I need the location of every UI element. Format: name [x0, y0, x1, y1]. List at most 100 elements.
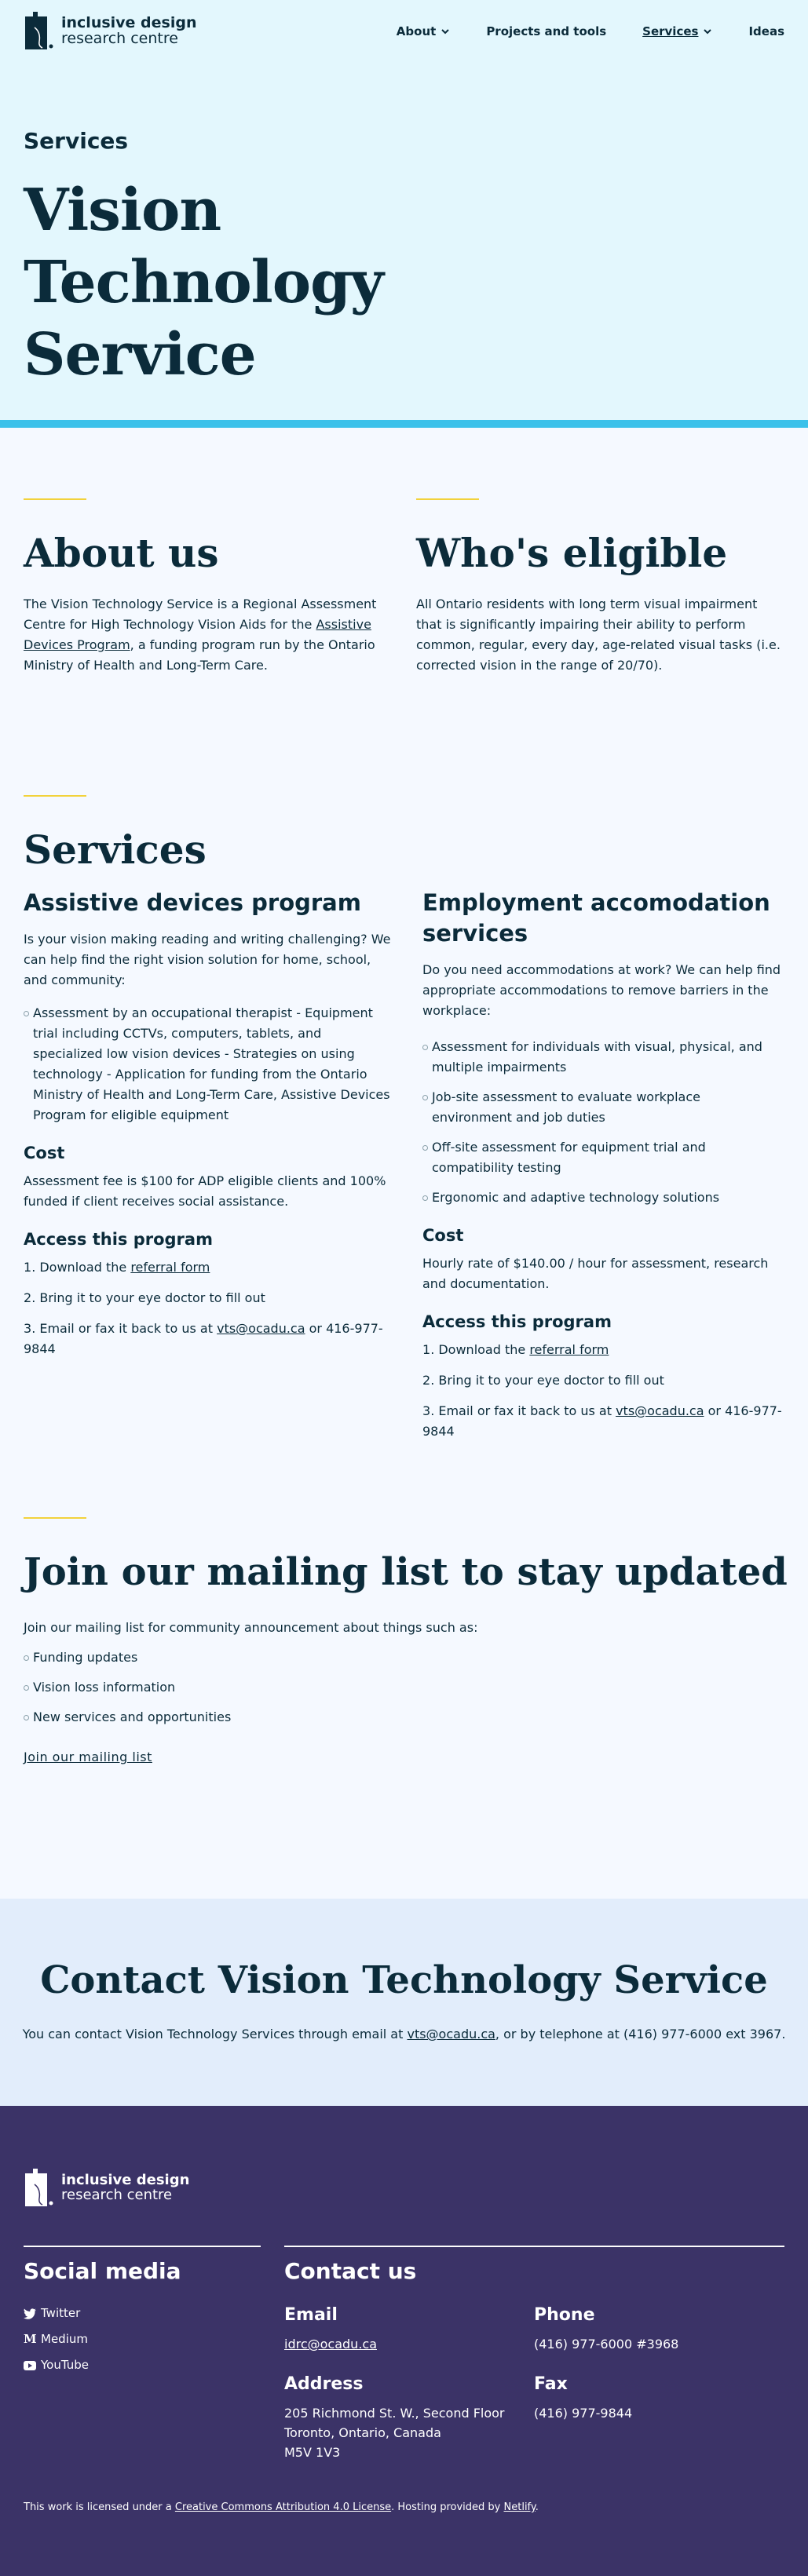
section-rule: [24, 1517, 86, 1519]
adp-title: Assistive devices program: [24, 889, 361, 916]
medium-link[interactable]: M Medium: [24, 2326, 89, 2352]
email-link[interactable]: vts@ocadu.ca: [616, 1403, 704, 1418]
footer-divider: [284, 2246, 784, 2247]
top-bar: inclusive design research centre About P…: [0, 0, 808, 63]
title-line: Technology: [24, 249, 384, 316]
services-section: Services Assistive devices program Is yo…: [0, 717, 808, 1517]
chevron-down-icon: [441, 29, 450, 35]
employment-cost-title: Cost: [422, 1226, 464, 1245]
logo-line2: research centre: [61, 30, 178, 47]
nav-item-projects[interactable]: Projects and tools: [486, 24, 606, 38]
footer-phone: Phone (416) 977-6000 #3968: [534, 2305, 678, 2354]
employment-list: Assessment for individuals with visual, …: [422, 1037, 784, 1208]
step-text: Email or fax it back to us at: [438, 1403, 616, 1418]
address-line: 205 Richmond St. W., Second Floor: [284, 2406, 505, 2421]
medium-label: Medium: [41, 2332, 88, 2346]
address-label: Address: [284, 2374, 364, 2394]
page-title: Vision Technology Service: [24, 174, 384, 391]
logo-icon: [24, 12, 55, 51]
employment-cost-text: Hourly rate of $140.00 / hour for assess…: [422, 1256, 769, 1291]
list-item: Job-site assessment to evaluate workplac…: [422, 1087, 784, 1128]
chevron-down-icon: [704, 29, 712, 35]
medium-icon: M: [24, 2332, 37, 2346]
license-text: This work is licensed under a Creative C…: [24, 2501, 539, 2513]
step-item: Email or fax it back to us at vts@ocadu.…: [422, 1401, 784, 1442]
step-text: Download the: [39, 1260, 131, 1275]
youtube-icon: [24, 2360, 36, 2370]
contact-text: You can contact Vision Technology Servic…: [0, 2024, 808, 2045]
social-links: Twitter M Medium YouTube: [24, 2301, 89, 2378]
referral-form-link[interactable]: referral form: [529, 1342, 609, 1357]
step-text: Email or fax it back to us at: [39, 1321, 218, 1336]
license-text-mid: . Hosting provided by: [391, 2501, 504, 2513]
contact-text-start: You can contact Vision Technology Servic…: [22, 2027, 408, 2041]
logo-icon: [24, 2169, 55, 2208]
mailing-title: Join our mailing list to stay updated: [24, 1550, 788, 1594]
about-text: The Vision Technology Service is a Regio…: [24, 594, 393, 676]
email-link[interactable]: vts@ocadu.ca: [217, 1321, 305, 1336]
phone-label: Phone: [534, 2305, 595, 2325]
step-item: Bring it to your eye doctor to fill out: [438, 1373, 664, 1388]
footer-address: Address 205 Richmond St. W., Second Floo…: [284, 2374, 505, 2462]
nav-label-services: Services: [642, 24, 699, 38]
eligible-text: All Ontario residents with long term vis…: [416, 597, 781, 673]
nav-item-services[interactable]: Services: [642, 24, 712, 38]
referral-form-link[interactable]: referral form: [130, 1260, 210, 1275]
adp-steps: Download the referral form Bring it to y…: [24, 1257, 393, 1359]
section-rule: [24, 498, 86, 500]
contact-title: Contact Vision Technology Service: [40, 1958, 768, 2002]
contact-us-title: Contact us: [284, 2258, 417, 2284]
license-link[interactable]: Creative Commons Attribution 4.0 License: [175, 2501, 391, 2513]
nav-item-ideas[interactable]: Ideas: [748, 24, 784, 38]
page-footer: inclusive design research centre Social …: [0, 2106, 808, 2576]
email-label: Email: [284, 2305, 338, 2325]
nav-item-about[interactable]: About: [397, 24, 451, 38]
section-rule: [416, 498, 479, 500]
fax-label: Fax: [534, 2374, 568, 2394]
list-item: Assessment by an occupational therapist …: [24, 1003, 393, 1126]
footer-email: Email idrc@ocadu.ca: [284, 2305, 377, 2354]
employment-column: Employment accomodation services Do you …: [422, 880, 784, 1452]
license-text-start: This work is licensed under a: [24, 2501, 175, 2513]
footer-logo[interactable]: inclusive design research centre: [24, 2169, 189, 2208]
eligible-title: Who's eligible: [416, 530, 728, 576]
section-rule: [24, 795, 86, 797]
mailing-intro: Join our mailing list for community anno…: [24, 1620, 478, 1635]
mailing-section: Join our mailing list to stay updated Jo…: [0, 1517, 808, 1899]
contact-text-end: , or by telephone at (416) 977-6000 ext …: [495, 2027, 786, 2041]
step-item: Download the referral form: [422, 1340, 784, 1360]
address-line: Toronto, Ontario, Canada: [284, 2425, 441, 2440]
list-item: Off-site assessment for equipment trial …: [422, 1137, 784, 1178]
nav-label-projects: Projects and tools: [486, 24, 607, 38]
contact-email-link[interactable]: vts@ocadu.ca: [407, 2027, 495, 2041]
list-item: Funding updates: [24, 1647, 231, 1668]
netlify-link[interactable]: Netlify: [504, 2501, 536, 2513]
accent-band: [0, 420, 808, 428]
list-item: Assessment for individuals with visual, …: [422, 1037, 784, 1078]
step-text: Download the: [438, 1342, 530, 1357]
step-item: Download the referral form: [24, 1257, 393, 1278]
twitter-link[interactable]: Twitter: [24, 2301, 89, 2326]
footer-email-link[interactable]: idrc@ocadu.ca: [284, 2337, 377, 2352]
twitter-label: Twitter: [41, 2306, 81, 2320]
twitter-icon: [24, 2308, 36, 2319]
adp-column: Assistive devices program Is your vision…: [24, 880, 393, 1370]
employment-steps: Download the referral form Bring it to y…: [422, 1340, 784, 1442]
title-line: Vision: [24, 177, 221, 244]
list-item: Vision loss information: [24, 1677, 231, 1698]
adp-cost-title: Cost: [24, 1144, 65, 1162]
join-mailing-link[interactable]: Join our mailing list: [24, 1750, 152, 1764]
site-logo[interactable]: inclusive design research centre: [24, 12, 196, 51]
fax-value: (416) 977-9844: [534, 2406, 633, 2421]
contact-section: Contact Vision Technology Service You ca…: [0, 1899, 808, 2106]
license-text-end: .: [535, 2501, 539, 2513]
hero-kicker: Services: [24, 128, 129, 154]
youtube-link[interactable]: YouTube: [24, 2352, 89, 2378]
about-title: About us: [24, 530, 219, 576]
employment-intro: Do you need accommodations at work? We c…: [422, 962, 781, 1018]
nav-label-ideas: Ideas: [748, 24, 784, 38]
page-header: inclusive design research centre About P…: [0, 0, 808, 428]
list-item: Ergonomic and adaptive technology soluti…: [422, 1188, 784, 1208]
title-line: Service: [24, 321, 257, 389]
footer-fax: Fax (416) 977-9844: [534, 2374, 632, 2423]
